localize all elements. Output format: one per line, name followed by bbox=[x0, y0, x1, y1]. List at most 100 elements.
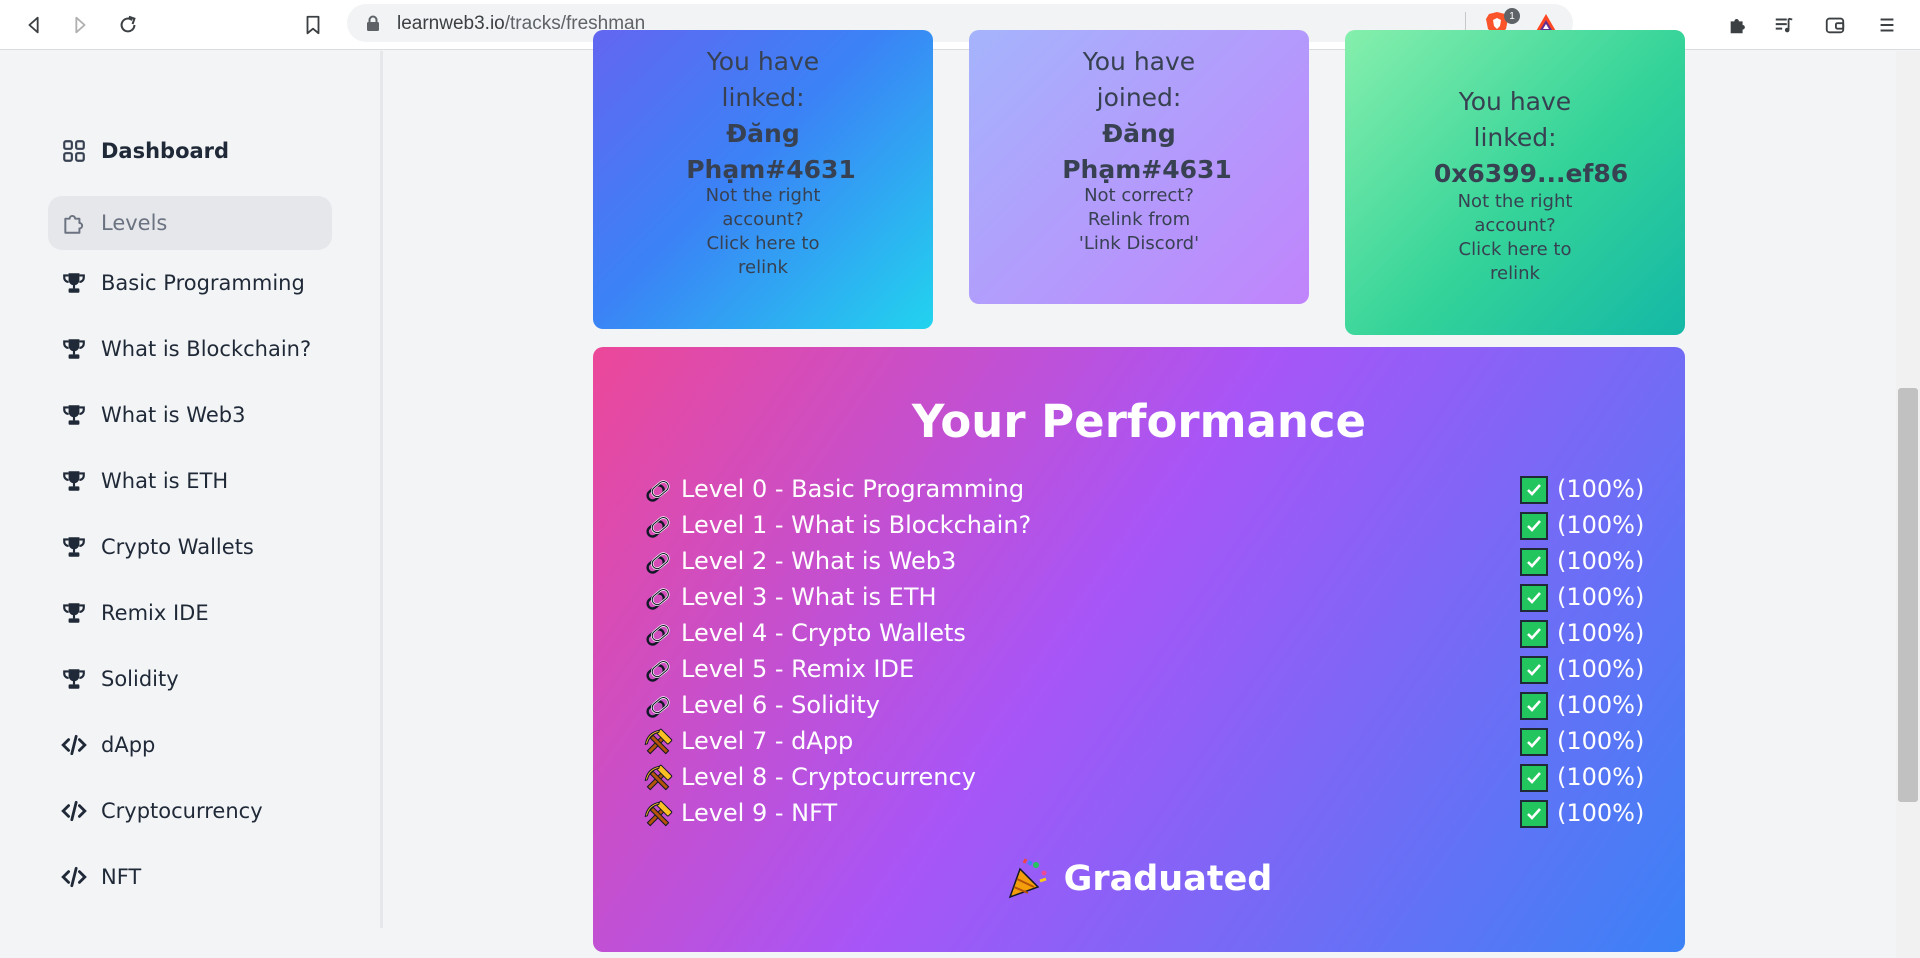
performance-panel: Your Performance Level 0 - Basic Program… bbox=[593, 347, 1685, 952]
back-button[interactable] bbox=[18, 9, 50, 41]
relink-link[interactable]: Click here to bbox=[593, 232, 933, 256]
menu-button[interactable] bbox=[1871, 9, 1903, 41]
shields-badge: 1 bbox=[1504, 8, 1520, 24]
url-host: learnweb3.io bbox=[397, 13, 505, 34]
level-row: Level 9 - NFT (100%) bbox=[643, 798, 1645, 832]
sidebar-item-label: Levels bbox=[101, 211, 168, 235]
sidebar-item-nft[interactable]: NFT bbox=[48, 850, 332, 904]
relink-link[interactable]: Not the right bbox=[1345, 190, 1685, 214]
discord-linked-card: You have linked: Đăng Phạm#4631 Not the … bbox=[593, 30, 933, 329]
sidebar-item-dashboard[interactable]: Dashboard bbox=[48, 124, 332, 178]
checkmark-icon bbox=[1520, 656, 1548, 684]
checkmark-icon bbox=[1520, 620, 1548, 648]
checkmark-icon bbox=[1520, 728, 1548, 756]
checkmark-icon bbox=[1520, 764, 1548, 792]
level-label: Level 6 - Solidity bbox=[681, 691, 880, 719]
wallet-address: 0x6399...ef86 bbox=[1433, 159, 1629, 188]
level-row: Level 7 - dApp (100%) bbox=[643, 726, 1644, 760]
wallet-icon bbox=[1825, 17, 1845, 34]
code-icon bbox=[58, 864, 90, 890]
paperclip-icon bbox=[646, 588, 670, 610]
trophy-icon bbox=[58, 600, 90, 626]
sidebar-item-label: What is Blockchain? bbox=[101, 337, 312, 361]
forward-arrow-icon bbox=[75, 16, 86, 34]
level-row: Level 1 - What is Blockchain? (100%) bbox=[643, 510, 1644, 544]
wallet-linked-card: You have linked: 0x6399...ef86 Not the r… bbox=[1345, 30, 1685, 335]
trophy-icon bbox=[58, 666, 90, 692]
relink-link[interactable]: account? bbox=[1345, 214, 1685, 238]
card-line: You have bbox=[1082, 47, 1196, 76]
bookmark-icon bbox=[306, 15, 320, 35]
wallet-button[interactable] bbox=[1819, 9, 1851, 41]
trophy-icon bbox=[58, 402, 90, 428]
graduated-status: Graduated bbox=[593, 857, 1685, 901]
sidebar-item-solidity[interactable]: Solidity bbox=[48, 652, 332, 706]
level-label: Level 4 - Crypto Wallets bbox=[681, 619, 966, 647]
playlist-icon bbox=[1775, 17, 1793, 33]
sidebar-item-label: Cryptocurrency bbox=[101, 799, 263, 823]
sidebar-item-levels[interactable]: Levels bbox=[48, 196, 332, 250]
code-icon bbox=[58, 732, 90, 758]
relink-link[interactable]: account? bbox=[593, 208, 933, 232]
sidebar-item-crypto-wallets[interactable]: Crypto Wallets bbox=[48, 520, 332, 574]
back-arrow-icon bbox=[28, 16, 39, 34]
discord-username: Phạm#4631 bbox=[1062, 155, 1232, 184]
level-label: Level 5 - Remix IDE bbox=[681, 655, 915, 683]
forward-button[interactable] bbox=[64, 9, 96, 41]
sidebar-item-label: NFT bbox=[101, 865, 142, 889]
hammer-pick-icon bbox=[644, 800, 673, 827]
checkmark-icon bbox=[1520, 800, 1548, 828]
paperclip-icon bbox=[646, 516, 670, 538]
scrollbar-thumb[interactable] bbox=[1898, 388, 1918, 802]
extensions-button[interactable] bbox=[1722, 9, 1754, 41]
relink-link[interactable]: Not the right bbox=[593, 184, 933, 208]
sidebar-item-label: Crypto Wallets bbox=[101, 535, 254, 559]
reload-button[interactable] bbox=[112, 9, 144, 41]
relink-link[interactable]: relink bbox=[1345, 262, 1685, 286]
sidebar-item-label: What is Web3 bbox=[101, 403, 246, 427]
card-hint: Not correct? bbox=[1084, 185, 1194, 206]
sidebar-item-remix-ide[interactable]: Remix IDE bbox=[48, 586, 332, 640]
hamburger-menu-icon bbox=[1880, 18, 1894, 32]
party-popper-icon bbox=[1008, 858, 1047, 899]
checkmark-icon bbox=[1520, 548, 1548, 576]
level-percent: (100%) bbox=[1557, 655, 1645, 683]
level-percent: (100%) bbox=[1557, 583, 1645, 611]
level-row: Level 6 - Solidity (100%) bbox=[643, 690, 1644, 724]
level-percent: (100%) bbox=[1557, 799, 1645, 827]
relink-link[interactable]: Click here to bbox=[1345, 238, 1685, 262]
graduated-label: Graduated bbox=[1063, 859, 1273, 899]
trophy-icon bbox=[58, 534, 90, 560]
level-row: Level 0 - Basic Programming (100%) bbox=[643, 474, 1644, 508]
playlist-button[interactable] bbox=[1768, 9, 1800, 41]
paperclip-icon bbox=[646, 660, 670, 682]
card-hint: Relink from bbox=[1087, 209, 1191, 230]
discord-joined-card: You have joined: Đăng Phạm#4631 Not corr… bbox=[969, 30, 1309, 304]
level-label: Level 0 - Basic Programming bbox=[681, 475, 1025, 503]
discord-username: Phạm#4631 bbox=[686, 155, 856, 184]
trophy-icon bbox=[58, 468, 90, 494]
level-row: Level 4 - Crypto Wallets (100%) bbox=[643, 618, 1644, 652]
sidebar-item-basic-programming[interactable]: Basic Programming bbox=[48, 256, 332, 310]
sidebar-item-dapp[interactable]: dApp bbox=[48, 718, 332, 772]
paperclip-icon bbox=[646, 696, 670, 718]
sidebar-item-cryptocurrency[interactable]: Cryptocurrency bbox=[48, 784, 332, 838]
sidebar-item-label: Solidity bbox=[101, 667, 179, 691]
relink-link[interactable]: relink bbox=[593, 256, 933, 280]
checkmark-icon bbox=[1520, 512, 1548, 540]
paperclip-icon bbox=[646, 624, 670, 646]
sidebar-item-label: What is ETH bbox=[101, 469, 229, 493]
trophy-icon bbox=[58, 270, 90, 296]
sidebar-item-what-is-web3[interactable]: What is Web3 bbox=[48, 388, 332, 442]
level-label: Level 9 - NFT bbox=[681, 799, 838, 827]
code-icon bbox=[58, 798, 90, 824]
level-label: Level 3 - What is ETH bbox=[681, 583, 937, 611]
sidebar-item-what-is-blockchain[interactable]: What is Blockchain? bbox=[48, 322, 332, 376]
bookmark-button[interactable] bbox=[297, 9, 329, 41]
performance-title: Your Performance bbox=[911, 395, 1367, 448]
level-row: Level 2 - What is Web3 (100%) bbox=[643, 546, 1644, 580]
card-line: You have bbox=[1458, 87, 1572, 116]
sidebar-item-label: dApp bbox=[101, 733, 156, 757]
sidebar-item-what-is-eth[interactable]: What is ETH bbox=[48, 454, 332, 508]
level-row: Level 8 - Cryptocurrency (100%) bbox=[643, 762, 1644, 796]
